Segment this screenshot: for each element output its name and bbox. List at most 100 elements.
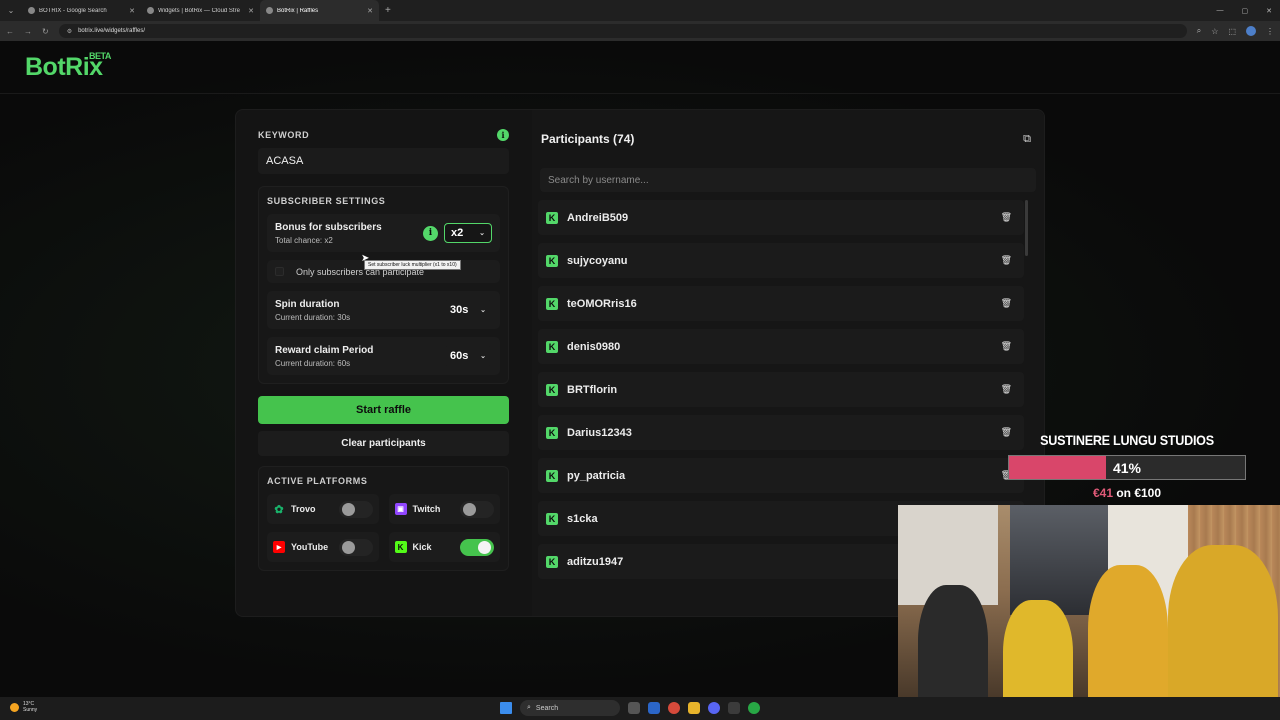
twitch-toggle[interactable] <box>460 500 494 518</box>
spin-duration-select[interactable]: 30s ⌄ <box>444 300 492 320</box>
person <box>1168 545 1278 720</box>
participant-row: KteOMORris16 🗑 <box>538 286 1024 321</box>
extensions-icon[interactable]: ⬚ <box>1228 27 1236 36</box>
trash-icon[interactable]: 🗑 <box>1001 255 1012 266</box>
reload-icon[interactable]: ↻ <box>42 27 49 36</box>
search-icon: ⌕ <box>527 704 531 711</box>
copy-icon[interactable]: ⧉ <box>1023 133 1031 146</box>
task-view-icon[interactable] <box>628 702 640 714</box>
participant-username: s1cka <box>567 512 598 525</box>
chrome-icon[interactable] <box>668 702 680 714</box>
participant-scrollbar[interactable] <box>1025 200 1028 256</box>
sun-icon <box>10 702 19 712</box>
participants-title: Participants (74) <box>541 132 635 146</box>
trash-icon[interactable]: 🗑 <box>1001 384 1012 395</box>
platform-label: Kick <box>412 542 432 552</box>
participant-username: aditzu1947 <box>567 555 624 568</box>
info-icon[interactable]: i <box>497 129 509 141</box>
participant-row: Kpy_patricia 🗑 <box>538 458 1024 493</box>
goal-amount: €41 on €100 <box>1008 486 1246 500</box>
goal-percent: 41% <box>1112 459 1142 476</box>
trash-icon[interactable]: 🗑 <box>1001 212 1012 223</box>
clear-participants-button[interactable]: Clear participants <box>258 431 509 456</box>
keyword-input[interactable]: ACASA <box>258 148 509 174</box>
browser-tab-3[interactable]: BotRix | Raffles ✕ <box>260 0 379 21</box>
platform-youtube: ▶ YouTube <box>267 532 379 562</box>
browser-tab-2[interactable]: Widgets | BotRix — Cloud Stre ✕ <box>141 0 260 21</box>
kick-icon: K <box>546 426 558 439</box>
spin-subtitle: Current duration: 30s <box>275 312 351 322</box>
address-bar-actions: ⌕ ☆ ⬚ ⋮ <box>1197 26 1274 36</box>
url-field[interactable]: ⚙ botrix.live/widgets/raffles/ <box>58 24 1187 38</box>
kick-icon: K <box>546 211 558 224</box>
bonus-multiplier-select[interactable]: x2 ⌄ <box>444 223 492 243</box>
platform-label: Twitch <box>412 504 441 514</box>
address-bar: ← → ↻ ⚙ botrix.live/widgets/raffles/ ⌕ ☆… <box>0 21 1280 41</box>
browser-tabbar: ⌄ BOTRIX - Google Search ✕ Widgets | Bot… <box>0 0 1280 21</box>
trovo-toggle[interactable] <box>338 500 373 518</box>
beta-badge: BETA <box>89 51 111 61</box>
discord-icon[interactable] <box>708 702 720 714</box>
bonus-tooltip: Set subscriber luck multiplier (x1 to x1… <box>364 260 461 270</box>
maximize-icon[interactable]: ▢ <box>1242 7 1249 15</box>
google-favicon-icon <box>28 7 35 14</box>
chevron-down-icon: ⌄ <box>480 307 486 314</box>
site-info-icon[interactable]: ⚙ <box>67 28 72 35</box>
platform-twitch: ▣ Twitch <box>388 494 500 524</box>
trash-icon[interactable]: 🗑 <box>1001 427 1012 438</box>
spin-title: Spin duration <box>275 298 340 310</box>
select-value: 30s <box>450 304 469 316</box>
participant-username: sujycoyanu <box>567 254 628 267</box>
weather-widget[interactable]: 13°C Sunny <box>10 701 37 713</box>
chrome-active-icon[interactable] <box>748 702 760 714</box>
trash-icon[interactable]: 🗑 <box>1001 341 1012 352</box>
close-tab-icon[interactable]: ✕ <box>367 7 373 15</box>
tab-search-icon[interactable]: ⌄ <box>0 0 22 21</box>
obs-icon[interactable] <box>728 702 740 714</box>
zoom-icon[interactable]: ⌕ <box>1197 26 1201 36</box>
only-subscribers-checkbox[interactable] <box>275 267 284 276</box>
subscriber-settings-label: SUBSCRIBER SETTINGS <box>267 196 386 206</box>
close-tab-icon[interactable]: ✕ <box>248 7 254 15</box>
kick-icon: K <box>546 512 558 525</box>
forward-icon[interactable]: → <box>24 27 32 36</box>
tab-title: BOTRIX - Google Search <box>39 7 107 14</box>
menu-icon[interactable]: ⋮ <box>1266 27 1274 36</box>
trovo-icon: ✿ <box>274 503 284 516</box>
goal-progress-bar: 41% <box>1008 455 1246 480</box>
botrix-favicon-icon <box>266 7 273 14</box>
edge-icon[interactable] <box>648 702 660 714</box>
close-window-icon[interactable]: ✕ <box>1266 7 1272 15</box>
goal-raised: €41 <box>1092 486 1113 500</box>
active-platforms: ACTIVE PLATFORMS ✿ Trovo ▣ Twitch ▶ YouT… <box>258 466 509 571</box>
bonus-row: Bonus for subscribers Total chance: x2 i… <box>267 214 500 252</box>
file-explorer-icon[interactable] <box>688 702 700 714</box>
close-tab-icon[interactable]: ✕ <box>129 7 135 15</box>
trash-icon[interactable]: 🗑 <box>1001 298 1012 309</box>
taskbar-search[interactable]: ⌕ Search <box>520 700 620 716</box>
windows-start-icon[interactable] <box>500 702 512 714</box>
back-icon[interactable]: ← <box>6 27 14 36</box>
browser-tab-1[interactable]: BOTRIX - Google Search ✕ <box>22 0 141 21</box>
participant-search-input[interactable]: Search by username... <box>540 168 1036 192</box>
platform-label: Trovo <box>291 504 316 514</box>
youtube-icon: ▶ <box>273 541 285 553</box>
subscriber-settings: SUBSCRIBER SETTINGS Bonus for subscriber… <box>258 186 509 384</box>
youtube-toggle[interactable] <box>338 538 373 556</box>
active-platforms-label: ACTIVE PLATFORMS <box>267 476 368 486</box>
participant-username: Darius12343 <box>567 426 632 439</box>
claim-period-select[interactable]: 60s ⌄ <box>444 346 492 366</box>
profile-avatar[interactable] <box>1246 26 1256 36</box>
goal-target: on €100 <box>1113 486 1162 500</box>
botrix-logo[interactable]: BotRix BETA <box>25 51 111 82</box>
kick-toggle[interactable] <box>460 538 494 556</box>
new-tab-icon[interactable]: + <box>379 5 397 16</box>
info-icon[interactable]: i <box>423 225 438 241</box>
participant-row: Ksujycoyanu 🗑 <box>538 243 1024 278</box>
kick-icon: K <box>546 555 558 568</box>
bonus-title: Bonus for subscribers <box>275 221 382 233</box>
minimize-icon[interactable]: — <box>1217 7 1224 14</box>
bookmark-star-icon[interactable]: ☆ <box>1211 27 1218 36</box>
start-raffle-button[interactable]: Start raffle <box>258 396 509 424</box>
participants-header: Participants (74) ⧉ <box>532 110 1044 168</box>
